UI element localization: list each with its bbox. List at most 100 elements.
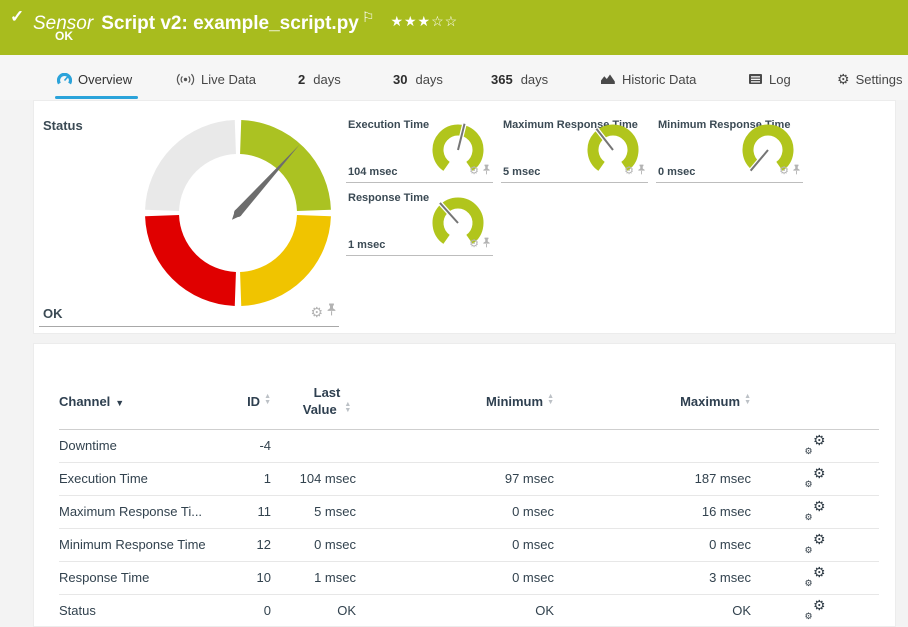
status-badge: OK <box>55 29 73 43</box>
column-header-channel[interactable]: Channel▼ <box>59 374 209 429</box>
channel-settings-icon[interactable]: ⚙⚙ <box>805 502 826 519</box>
channel-id: 12 <box>209 528 271 561</box>
tab-number: 2 <box>298 72 305 87</box>
channel-maximum: OK <box>554 594 751 627</box>
channel-name[interactable]: Downtime <box>59 429 209 462</box>
pin-icon[interactable] <box>326 303 337 321</box>
pin-icon[interactable] <box>482 235 491 253</box>
gauge-value: 104 msec <box>348 166 398 178</box>
star-rating[interactable]: ★★★☆☆ <box>390 13 458 29</box>
pin-icon[interactable] <box>792 162 801 180</box>
sort-icon[interactable]: ▲▼ <box>344 402 351 414</box>
channel-name[interactable]: Status <box>59 594 209 627</box>
channel-name[interactable]: Minimum Response Time <box>59 528 209 561</box>
channel-settings-icon[interactable]: ⚙⚙ <box>805 601 826 618</box>
gear-icon[interactable]: ⚙ <box>469 238 479 250</box>
channel-maximum: 16 msec <box>554 495 751 528</box>
gear-icon[interactable]: ⚙ <box>624 165 634 177</box>
gauge-title: Response Time <box>348 192 429 204</box>
column-header-last-value[interactable]: Last Value ▲▼ <box>271 374 356 429</box>
tab-overview[interactable]: Overview <box>57 68 132 90</box>
gear-icon[interactable]: ⚙ <box>469 165 479 177</box>
gauge-value: 5 msec <box>503 166 540 178</box>
tab-2-days[interactable]: 2 days <box>298 68 341 90</box>
gauge-title: Execution Time <box>348 119 429 131</box>
gauge-tile-minimum-response-time: Minimum Response Time 0 msec ⚙ <box>656 113 803 183</box>
tab-label: Settings <box>856 72 903 87</box>
sensor-header: ✓ SensorScript v2: example_script.py⚐★★★… <box>0 0 908 55</box>
sensor-overview-page: ✓ SensorScript v2: example_script.py⚐★★★… <box>0 0 908 627</box>
gauge-value: 0 msec <box>658 166 695 178</box>
flag-icon[interactable]: ⚐ <box>362 9 375 25</box>
page-title: Script v2: example_script.py <box>101 13 359 34</box>
table-row[interactable]: Execution Time 1 104 msec 97 msec 187 ms… <box>59 462 879 495</box>
column-header-id[interactable]: ID▲▼ <box>209 374 271 429</box>
status-value: OK <box>43 306 63 321</box>
column-header-maximum[interactable]: Maximum▲▼ <box>554 374 751 429</box>
channel-table-panel: Channel▼ ID▲▼ Last Value ▲▼ Minimum▲▼ Ma… <box>33 343 896 627</box>
channel-maximum: 3 msec <box>554 561 751 594</box>
channel-name[interactable]: Response Time <box>59 561 209 594</box>
channel-last-value: 0 msec <box>271 528 356 561</box>
tab-number: 30 <box>393 72 407 87</box>
sensor-title-row: SensorScript v2: example_script.py⚐★★★☆☆ <box>33 5 458 36</box>
column-header-minimum[interactable]: Minimum▲▼ <box>356 374 554 429</box>
table-row[interactable]: Downtime -4 ⚙⚙ <box>59 429 879 462</box>
sort-icon[interactable]: ▲▼ <box>547 394 554 406</box>
channel-settings-icon[interactable]: ⚙⚙ <box>805 535 826 552</box>
channel-id: 0 <box>209 594 271 627</box>
gauge-footer: 0 msec ⚙ <box>656 163 803 183</box>
channel-maximum: 0 msec <box>554 528 751 561</box>
channel-minimum: 0 msec <box>356 528 554 561</box>
channel-id: 10 <box>209 561 271 594</box>
channel-id: 11 <box>209 495 271 528</box>
tab-log[interactable]: Log <box>748 68 791 90</box>
table-row[interactable]: Maximum Response Ti... 11 5 msec 0 msec … <box>59 495 879 528</box>
channel-name[interactable]: Execution Time <box>59 462 209 495</box>
table-header-row: Channel▼ ID▲▼ Last Value ▲▼ Minimum▲▼ Ma… <box>59 374 879 429</box>
channel-name[interactable]: Maximum Response Ti... <box>59 495 209 528</box>
tab-30-days[interactable]: 30 days <box>393 68 443 90</box>
column-header-actions <box>751 374 879 429</box>
sort-desc-icon[interactable]: ▼ <box>115 398 124 408</box>
gauge-icon <box>57 73 72 86</box>
check-icon: ✓ <box>10 7 24 27</box>
channel-last-value <box>271 429 356 462</box>
channel-minimum: OK <box>356 594 554 627</box>
tab-settings[interactable]: ⚙ Settings <box>837 68 903 90</box>
sort-icon[interactable]: ▲▼ <box>264 394 271 406</box>
gear-icon[interactable]: ⚙ <box>779 165 789 177</box>
tab-label: Historic Data <box>622 72 696 87</box>
sort-icon[interactable]: ▲▼ <box>744 394 751 406</box>
table-row[interactable]: Status 0 OK OK OK ⚙⚙ <box>59 594 879 627</box>
tab-label: days <box>521 72 548 87</box>
tab-bar: Overview Live Data 2 days 30 days 365 da… <box>0 55 908 100</box>
channel-settings-icon[interactable]: ⚙⚙ <box>805 436 826 453</box>
tab-365-days[interactable]: 365 days <box>491 68 548 90</box>
tab-label: days <box>313 72 340 87</box>
tab-historic-data[interactable]: Historic Data <box>600 68 696 90</box>
channel-maximum <box>554 429 751 462</box>
gear-icon[interactable]: ⚙ <box>310 306 323 318</box>
channel-minimum: 0 msec <box>356 495 554 528</box>
status-panel: Status OK ⚙ Execution Time 104 msec ⚙ Ma… <box>33 100 896 334</box>
status-gauge <box>138 113 338 313</box>
gear-icon: ⚙ <box>837 71 850 88</box>
log-icon <box>748 73 763 85</box>
tab-label: Live Data <box>201 72 256 87</box>
channel-minimum: 0 msec <box>356 561 554 594</box>
table-row[interactable]: Response Time 10 1 msec 0 msec 3 msec ⚙⚙ <box>59 561 879 594</box>
gauge-tile-response-time: Response Time 1 msec ⚙ <box>346 186 493 256</box>
pin-icon[interactable] <box>637 162 646 180</box>
channel-table: Channel▼ ID▲▼ Last Value ▲▼ Minimum▲▼ Ma… <box>59 374 879 627</box>
tab-live-data[interactable]: Live Data <box>176 68 256 90</box>
tab-label: days <box>415 72 442 87</box>
pin-icon[interactable] <box>482 162 491 180</box>
channel-settings-icon[interactable]: ⚙⚙ <box>805 568 826 585</box>
channel-last-value: 104 msec <box>271 462 356 495</box>
channel-minimum: 97 msec <box>356 462 554 495</box>
channel-maximum: 187 msec <box>554 462 751 495</box>
channel-settings-icon[interactable]: ⚙⚙ <box>805 469 826 486</box>
status-panel-title: Status <box>43 118 83 133</box>
table-row[interactable]: Minimum Response Time 12 0 msec 0 msec 0… <box>59 528 879 561</box>
